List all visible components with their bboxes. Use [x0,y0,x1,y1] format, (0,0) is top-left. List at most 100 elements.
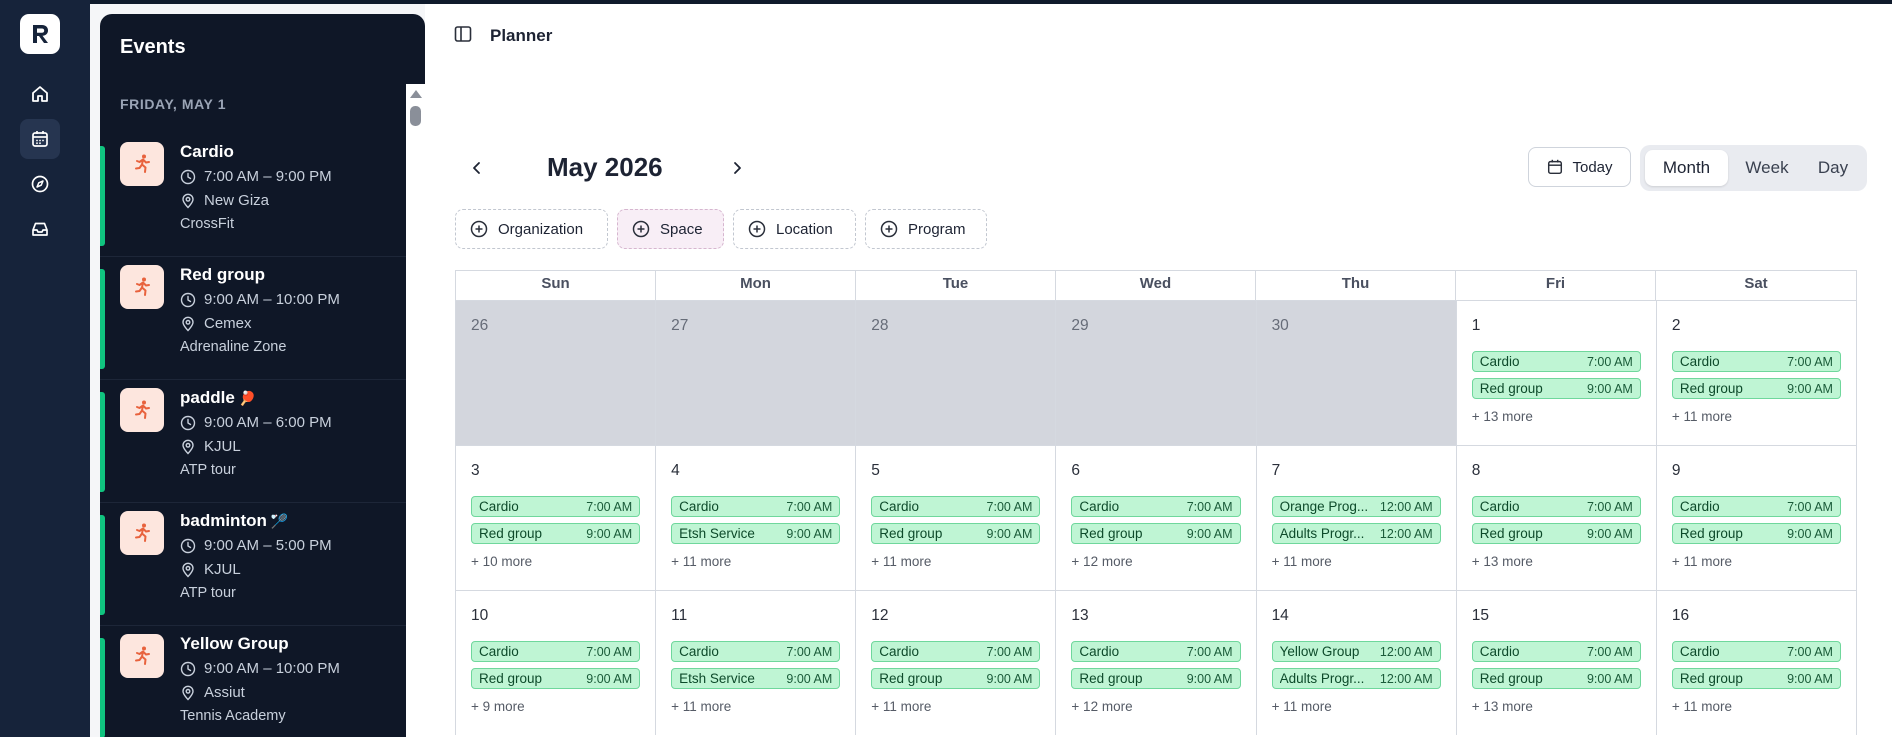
clock-icon [180,169,196,184]
event-chip-time: 7:00 AM [1186,499,1233,514]
event-chip[interactable]: Cardio 7:00 AM [1671,351,1841,372]
view-day-option[interactable]: Day [1805,150,1861,186]
day-cell[interactable]: 16 Cardio 7:00 AM Red group 9:00 AM + 11 more [1656,591,1857,735]
event-chip-name: Orange Prog... [1279,499,1369,514]
filter-location[interactable]: Location [733,209,856,249]
event-item[interactable]: Yellow Group 9:00 AM – 10:00 PM Assiut Tenn… [100,626,406,737]
nav-calendar[interactable] [20,119,60,159]
event-chip[interactable]: Cardio 7:00 AM [671,641,841,662]
nav-explore[interactable] [20,164,60,204]
day-cell[interactable]: 1 Cardio 7:00 AM Red group 9:00 AM + 13 more [1456,301,1657,445]
event-chip[interactable]: Yellow Group 12:00 AM [1271,641,1441,662]
event-item[interactable]: badminton 🏸 9:00 AM – 5:00 PM KJUL ATP tour [100,503,406,626]
event-chip-time: 12:00 AM [1379,644,1433,659]
more-events-link[interactable]: + 11 more [1272,699,1332,714]
nav-home[interactable] [20,74,60,114]
event-chip[interactable]: Cardio 7:00 AM [471,496,641,517]
day-cell[interactable]: 30 [1256,301,1457,445]
scroll-thumb[interactable] [410,106,421,126]
event-chip[interactable]: Cardio 7:00 AM [1071,496,1241,517]
day-number: 16 [1671,607,1690,624]
more-events-link[interactable]: + 12 more [1071,699,1132,714]
event-chip[interactable]: Red group 9:00 AM [1071,668,1241,689]
sidebar-toggle-button[interactable] [453,24,473,49]
day-cell[interactable]: 11 Cardio 7:00 AM Etsh Service 9:00 AM + 11 m… [656,591,857,735]
more-events-link[interactable]: + 11 more [871,554,931,569]
day-cell[interactable]: 5 Cardio 7:00 AM Red group 9:00 AM + 11 more [856,446,1057,590]
events-scrollbar[interactable] [406,84,425,737]
more-events-link[interactable]: + 11 more [1672,554,1732,569]
event-item[interactable]: Red group 9:00 AM – 10:00 PM Cemex Adrenali… [100,257,406,380]
event-chip[interactable]: Red group 9:00 AM [1671,378,1841,399]
day-cell[interactable]: 7 Orange Prog... 12:00 AM Adults Progr... 12… [1256,446,1457,590]
app-logo[interactable] [20,14,60,54]
event-chip[interactable]: Red group 9:00 AM [871,668,1041,689]
more-events-link[interactable]: + 13 more [1472,554,1533,569]
event-chip[interactable]: Red group 9:00 AM [1671,668,1841,689]
event-chip[interactable]: Cardio 7:00 AM [671,496,841,517]
more-events-link[interactable]: + 11 more [671,699,731,714]
event-chip[interactable]: Red group 9:00 AM [1471,378,1641,399]
event-chip[interactable]: Cardio 7:00 AM [871,641,1041,662]
event-chip[interactable]: Cardio 7:00 AM [1671,496,1841,517]
next-month-button[interactable] [725,156,749,180]
event-chip[interactable]: Etsh Service 9:00 AM [671,523,841,544]
event-chip[interactable]: Red group 9:00 AM [1671,523,1841,544]
day-cell[interactable]: 2 Cardio 7:00 AM Red group 9:00 AM + 11 more [1656,301,1857,445]
event-chip[interactable]: Cardio 7:00 AM [1671,641,1841,662]
event-chip[interactable]: Cardio 7:00 AM [471,641,641,662]
filter-space[interactable]: Space [617,209,724,249]
event-chip[interactable]: Cardio 7:00 AM [1071,641,1241,662]
day-cell[interactable]: 13 Cardio 7:00 AM Red group 9:00 AM + 12 more [1056,591,1257,735]
day-cell[interactable]: 14 Yellow Group 12:00 AM Adults Progr... 12:… [1256,591,1457,735]
day-cell[interactable]: 12 Cardio 7:00 AM Red group 9:00 AM + 11 more [856,591,1057,735]
day-cell[interactable]: 9 Cardio 7:00 AM Red group 9:00 AM + 11 more [1656,446,1857,590]
nav-inbox[interactable] [20,209,60,249]
more-events-link[interactable]: + 13 more [1472,409,1533,424]
event-chip[interactable]: Cardio 7:00 AM [1471,496,1641,517]
day-cell[interactable]: 26 [456,301,657,445]
prev-month-button[interactable] [465,156,489,180]
day-cell[interactable]: 4 Cardio 7:00 AM Etsh Service 9:00 AM + 11 mo… [656,446,857,590]
filter-program[interactable]: Program [865,209,987,249]
day-cell[interactable]: 27 [656,301,857,445]
more-events-link[interactable]: + 11 more [1672,409,1732,424]
day-cell[interactable]: 3 Cardio 7:00 AM Red group 9:00 AM + 10 more [456,446,657,590]
day-cell[interactable]: 29 [1056,301,1257,445]
view-month-option[interactable]: Month [1645,150,1728,186]
day-cell[interactable]: 28 [856,301,1057,445]
event-chip[interactable]: Red group 9:00 AM [471,668,641,689]
event-chip[interactable]: Cardio 7:00 AM [871,496,1041,517]
today-button[interactable]: Today [1528,147,1631,187]
event-chip[interactable]: Cardio 7:00 AM [1471,641,1641,662]
more-events-link[interactable]: + 12 more [1071,554,1132,569]
day-cell[interactable]: 6 Cardio 7:00 AM Red group 9:00 AM + 12 more [1056,446,1257,590]
more-events-link[interactable]: + 11 more [671,554,731,569]
event-chip[interactable]: Red group 9:00 AM [1471,668,1641,689]
event-chip[interactable]: Etsh Service 9:00 AM [671,668,841,689]
event-chip[interactable]: Red group 9:00 AM [1071,523,1241,544]
more-events-link[interactable]: + 10 more [471,554,532,569]
event-chip[interactable]: Orange Prog... 12:00 AM [1271,496,1441,517]
calendar-icon [32,131,48,147]
event-chip[interactable]: Adults Progr... 12:00 AM [1271,668,1441,689]
event-chip[interactable]: Red group 9:00 AM [471,523,641,544]
more-events-link[interactable]: + 13 more [1472,699,1533,714]
scroll-up-arrow-icon[interactable] [410,90,422,98]
view-week-option[interactable]: Week [1732,150,1802,186]
day-cell[interactable]: 10 Cardio 7:00 AM Red group 9:00 AM + 9 more [456,591,657,735]
map-pin-icon [182,439,194,454]
event-item[interactable]: Cardio 7:00 AM – 9:00 PM New Giza CrossFit [100,134,406,257]
event-chip[interactable]: Adults Progr... 12:00 AM [1271,523,1441,544]
day-cell[interactable]: 8 Cardio 7:00 AM Red group 9:00 AM + 13 more [1456,446,1657,590]
more-events-link[interactable]: + 11 more [1672,699,1732,714]
event-chip[interactable]: Cardio 7:00 AM [1471,351,1641,372]
event-chip[interactable]: Red group 9:00 AM [871,523,1041,544]
event-chip[interactable]: Red group 9:00 AM [1471,523,1641,544]
event-item[interactable]: paddle 🏓 9:00 AM – 6:00 PM KJUL ATP tour [100,380,406,503]
filter-organization[interactable]: Organization [455,209,608,249]
more-events-link[interactable]: + 11 more [871,699,931,714]
more-events-link[interactable]: + 9 more [471,699,525,714]
day-cell[interactable]: 15 Cardio 7:00 AM Red group 9:00 AM + 13 more [1456,591,1657,735]
more-events-link[interactable]: + 11 more [1272,554,1332,569]
